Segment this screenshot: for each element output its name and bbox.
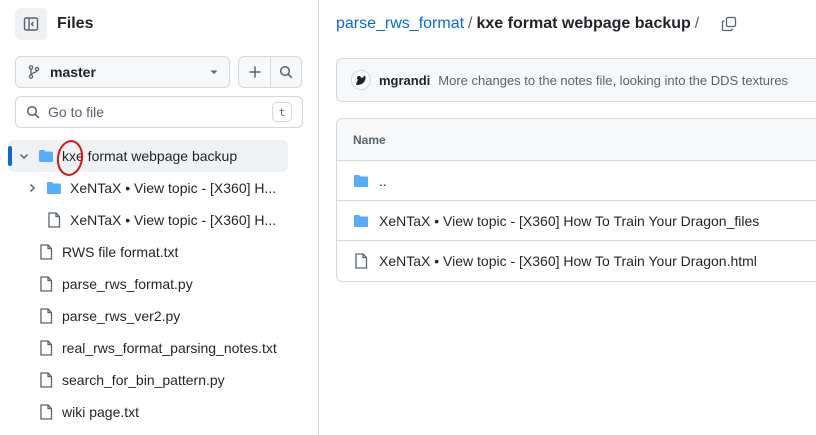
table-row-parent-directory[interactable]: .. (337, 161, 816, 201)
tree-item-label: XeNTaX • View topic - [X360] H... (70, 180, 277, 196)
chevron-down-icon[interactable] (16, 148, 32, 164)
folder-open-icon (38, 148, 54, 164)
file-icon (38, 404, 54, 420)
tree-item-kxe-format-folder[interactable]: kxe format webpage backup (8, 140, 288, 172)
active-item-indicator (8, 146, 12, 166)
commit-message[interactable]: More changes to the notes file, looking … (438, 73, 788, 88)
file-row-name[interactable]: XeNTaX • View topic - [X360] How To Trai… (379, 253, 757, 269)
tree-item-label: XeNTaX • View topic - [X360] H... (70, 212, 277, 228)
table-header-name: Name (337, 119, 816, 161)
tree-item-xentax-files-folder[interactable]: XeNTaX • View topic - [X360] H... (0, 172, 319, 204)
avatar[interactable] (351, 70, 371, 90)
tree-item-parse-rws-ver2[interactable]: parse_rws_ver2.py (0, 300, 319, 332)
search-icon (279, 65, 293, 79)
branch-toolbar: master (15, 56, 302, 88)
copy-icon (722, 16, 737, 32)
caret-down-icon (210, 70, 218, 74)
file-icon (38, 340, 54, 356)
tree-item-label: kxe format webpage backup (62, 148, 238, 164)
file-tree-sidebar: Files master Go to file t kxe format web… (0, 0, 319, 435)
tree-item-rws-file-format[interactable]: RWS file format.txt (0, 236, 319, 268)
sidebar-collapse-icon (23, 17, 39, 31)
user-avatar-icon (356, 75, 366, 85)
directory-files-table: Name .. XeNTaX • View topic - [X360] How… (336, 118, 816, 282)
folder-icon (46, 180, 62, 196)
breadcrumb-repo-link[interactable]: parse_rws_format (336, 15, 464, 33)
main-content: parse_rws_format / kxe format webpage ba… (320, 0, 816, 435)
sidebar-title: Files (57, 15, 94, 32)
table-row[interactable]: XeNTaX • View topic - [X360] How To Trai… (337, 201, 816, 241)
breadcrumb: parse_rws_format / kxe format webpage ba… (336, 14, 739, 34)
chevron-right-icon[interactable] (24, 180, 40, 196)
file-icon (38, 308, 54, 324)
file-icon (38, 244, 54, 260)
copy-path-button[interactable] (719, 14, 739, 34)
tree-item-search-bin-pattern[interactable]: search_for_bin_pattern.py (0, 364, 319, 396)
go-to-file-input[interactable]: Go to file t (15, 96, 303, 128)
tree-item-parse-rws-format[interactable]: parse_rws_format.py (0, 268, 319, 300)
file-icon (46, 212, 62, 228)
add-file-button[interactable] (239, 57, 270, 87)
file-icon (38, 276, 54, 292)
collapse-sidebar-button[interactable] (15, 8, 47, 40)
branch-selector-button[interactable]: master (15, 56, 230, 88)
tree-item-label: wiki page.txt (62, 404, 140, 420)
tree-item-label: parse_rws_format.py (62, 276, 193, 292)
breadcrumb-separator: / (468, 15, 473, 32)
file-icon (353, 253, 369, 269)
folder-icon (353, 173, 369, 189)
branch-name: master (50, 64, 96, 80)
file-tree: kxe format webpage backup XeNTaX • View … (0, 140, 319, 428)
folder-icon (353, 213, 369, 229)
tree-item-label: real_rws_format_parsing_notes.txt (62, 340, 277, 356)
tree-item-label: parse_rws_ver2.py (62, 308, 181, 324)
tree-item-xentax-html-file[interactable]: XeNTaX • View topic - [X360] H... (0, 204, 319, 236)
keyboard-shortcut-badge: t (272, 102, 292, 122)
plus-icon (249, 66, 260, 78)
sidebar-header: Files (15, 8, 93, 40)
commit-author[interactable]: mgrandi (379, 73, 430, 88)
file-row-name[interactable]: XeNTaX • View topic - [X360] How To Trai… (379, 213, 759, 229)
breadcrumb-current-folder: kxe format webpage backup (476, 15, 691, 32)
tree-item-label: RWS file format.txt (62, 244, 179, 260)
go-to-file-placeholder: Go to file (48, 104, 105, 120)
table-row[interactable]: XeNTaX • View topic - [X360] How To Trai… (337, 241, 816, 281)
tree-item-label: search_for_bin_pattern.py (62, 372, 225, 388)
tree-item-wiki-page[interactable]: wiki page.txt (0, 396, 319, 428)
file-actions-group (238, 56, 302, 88)
search-files-button[interactable] (270, 57, 301, 87)
breadcrumb-trailing-separator: / (694, 15, 700, 32)
file-row-name[interactable]: .. (379, 173, 387, 189)
tree-item-real-rws-notes[interactable]: real_rws_format_parsing_notes.txt (0, 332, 319, 364)
search-icon (26, 105, 40, 119)
latest-commit-bar: mgrandi More changes to the notes file, … (336, 58, 816, 102)
git-branch-icon (28, 65, 40, 79)
file-icon (38, 372, 54, 388)
